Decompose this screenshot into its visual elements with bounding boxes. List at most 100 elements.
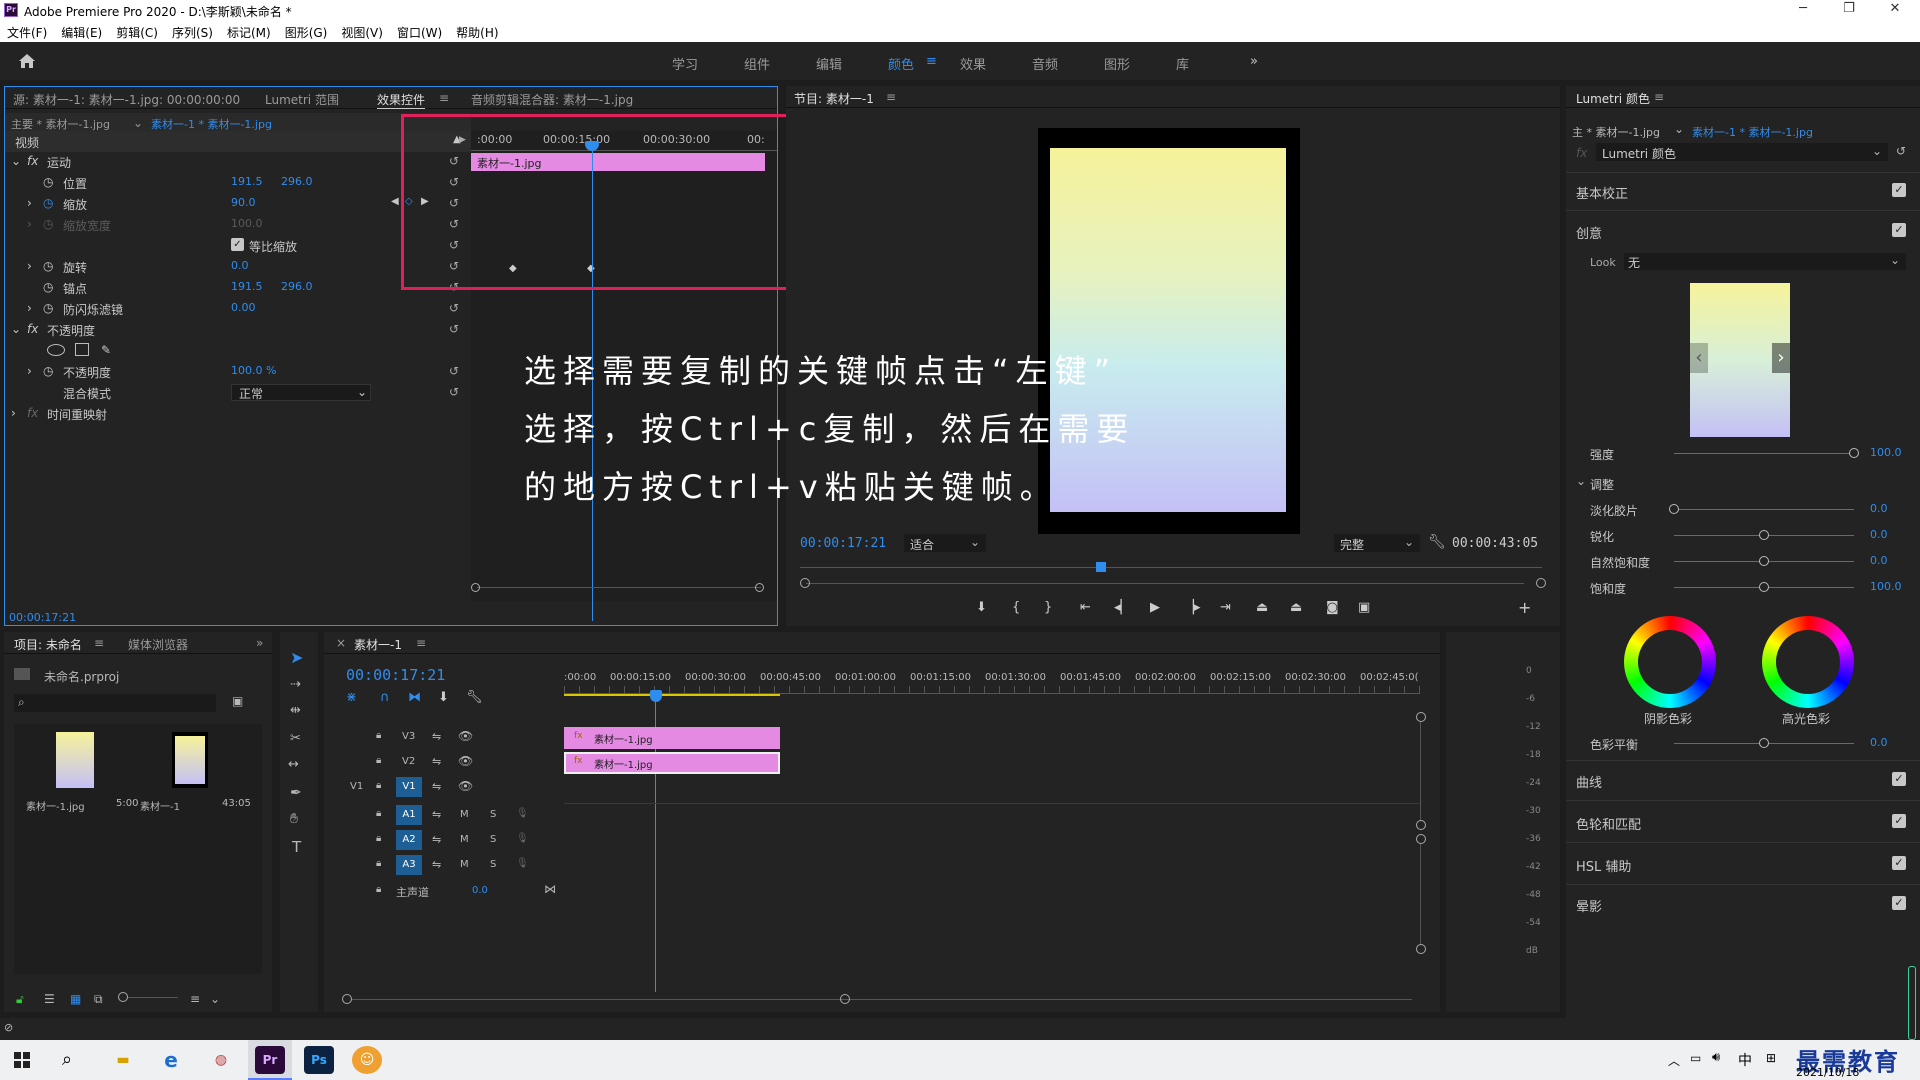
eye-icon[interactable]: 👁︎ — [458, 754, 473, 768]
icon-view-icon[interactable]: ▦ — [70, 992, 81, 1006]
compare-view-icon[interactable]: ▣ — [1358, 600, 1370, 615]
photoshop-taskbar-icon[interactable]: Ps — [304, 1046, 334, 1074]
expand-time-remap-icon[interactable]: › — [11, 406, 16, 420]
expand-chevron-icon[interactable]: ⌄ — [11, 322, 21, 336]
mute-button[interactable]: M — [460, 834, 469, 845]
intensity-knob[interactable] — [1849, 448, 1859, 458]
eye-icon[interactable]: 👁︎ — [458, 779, 473, 793]
reset-opacity-icon[interactable]: ↺ — [449, 364, 459, 378]
premiere-taskbar-item[interactable]: Pr — [248, 1040, 292, 1080]
tab-project[interactable]: 项目: 未命名 — [14, 636, 82, 653]
look-select[interactable]: 无 ⌄ — [1624, 253, 1906, 270]
vignette-checkbox[interactable]: ✓ — [1892, 896, 1906, 910]
app-icon[interactable]: ☺ — [352, 1046, 382, 1074]
h-zoom-bar[interactable] — [352, 999, 1412, 1000]
add-button-icon[interactable]: + — [1518, 598, 1531, 617]
project-menu-icon[interactable]: ≡ — [94, 636, 104, 650]
program-playhead[interactable] — [1096, 562, 1106, 572]
program-title[interactable]: 节目: 素材一-1 — [794, 90, 874, 107]
highlight-tint-wheel[interactable] — [1762, 616, 1854, 708]
go-to-in-icon[interactable]: ⇤ — [1080, 600, 1091, 615]
stopwatch-icon[interactable]: ◷ — [43, 301, 53, 315]
windows-start-icon[interactable] — [14, 1052, 30, 1068]
quality-dropdown[interactable]: 完整 ⌄ — [1334, 534, 1420, 552]
solo-button[interactable]: S — [490, 859, 496, 870]
nest-toggle-icon[interactable]: ⋇ — [346, 690, 357, 705]
workspace-assembly[interactable]: 组件 — [744, 54, 770, 73]
v-scrollbar-video[interactable] — [1420, 722, 1421, 820]
work-area-bar[interactable] — [564, 694, 780, 696]
vibrance-knob[interactable] — [1759, 556, 1769, 566]
workspace-color-menu-icon[interactable]: ≡ — [926, 54, 937, 69]
track-area[interactable]: fx 素材一-1.jpg fx 素材一-1.jpg — [564, 726, 1420, 986]
v-scroll-handle-bottom[interactable] — [1416, 944, 1426, 954]
reset-antiflicker-icon[interactable]: ↺ — [449, 301, 459, 315]
stopwatch-icon[interactable]: ◷ — [43, 259, 53, 273]
time-remap-row[interactable]: › fx 时间重映射 — [5, 403, 471, 424]
razor-tool-icon[interactable]: ✂ — [290, 732, 301, 745]
mute-button[interactable]: M — [460, 859, 469, 870]
lock-track-icon[interactable]: 🔒︎ — [376, 884, 381, 895]
lumetri-title[interactable]: Lumetri 颜色 — [1576, 90, 1650, 107]
wrench-icon[interactable]: 🔧︎ — [1428, 534, 1446, 550]
track-label[interactable]: V3 — [402, 731, 415, 742]
ripple-edit-tool-icon[interactable]: ⇹ — [290, 704, 301, 717]
faded-film-knob[interactable] — [1669, 504, 1679, 514]
lock-track-icon[interactable]: 🔒︎ — [376, 780, 381, 791]
curves-header[interactable]: 曲线 — [1576, 772, 1602, 791]
vignette-header[interactable]: 晕影 — [1576, 896, 1602, 915]
lock-track-icon[interactable]: 🔒︎ — [376, 730, 381, 741]
track-label[interactable]: A3 — [396, 855, 422, 875]
linked-selection-icon[interactable]: ⧓ — [408, 690, 421, 705]
scale-value[interactable]: 90.0 — [231, 196, 256, 209]
ellipse-mask-icon[interactable] — [47, 344, 65, 356]
expand-scale-icon[interactable]: › — [27, 196, 32, 210]
lock-track-icon[interactable]: 🔒︎ — [376, 755, 381, 766]
slip-tool-icon[interactable]: ↔ — [288, 758, 299, 771]
rectangle-mask-icon[interactable] — [75, 343, 89, 356]
new-bin-icon[interactable]: ▣ — [232, 694, 243, 708]
timeline-ruler[interactable]: :00:00 00:00:15:00 00:00:30:00 00:00:45:… — [564, 672, 1420, 702]
sharpen-knob[interactable] — [1759, 530, 1769, 540]
lumetri-effect-select[interactable]: Lumetri 颜色 ⌄ — [1596, 143, 1888, 161]
sort-icon[interactable]: ≡ — [190, 992, 200, 1006]
tab-media-browser[interactable]: 媒体浏览器 — [128, 636, 188, 653]
master-volume-value[interactable]: 0.0 — [472, 885, 488, 896]
solo-button[interactable]: S — [490, 834, 496, 845]
pen-tool-icon[interactable]: ✒ — [290, 786, 302, 800]
stopwatch-icon[interactable]: ◷ — [43, 280, 53, 294]
saturation-knob[interactable] — [1759, 582, 1769, 592]
workspace-graphics[interactable]: 图形 — [1104, 54, 1130, 73]
prev-keyframe-icon[interactable]: ◀ — [391, 196, 399, 207]
slider-track[interactable] — [1674, 509, 1854, 510]
close-icon[interactable]: × — [336, 636, 346, 650]
basic-correction-header[interactable]: 基本校正 — [1576, 183, 1628, 202]
slider-track[interactable] — [1674, 453, 1854, 454]
position-x-value[interactable]: 191.5 — [231, 175, 263, 188]
tab-effect-controls[interactable]: 效果控件 — [377, 91, 426, 109]
lock-track-icon[interactable]: 🔒︎ — [376, 858, 381, 869]
menu-marker[interactable]: 标记(M) — [220, 21, 278, 44]
microphone-icon[interactable]: 🎙︎ — [516, 808, 529, 819]
reset-blend-icon[interactable]: ↺ — [449, 385, 459, 399]
menu-sequence[interactable]: 序列(S) — [165, 21, 220, 44]
v-scroll-handle-audio-top[interactable] — [1416, 834, 1426, 844]
workspace-libraries[interactable]: 库 — [1176, 54, 1189, 73]
ec-zoom-bar[interactable] — [477, 587, 761, 588]
menu-help[interactable]: 帮助(H) — [449, 21, 505, 44]
workspace-effects[interactable]: 效果 — [960, 54, 986, 73]
hand-tool-icon[interactable]: ✋︎ — [290, 812, 298, 826]
sync-lock-icon[interactable]: ⇋ — [432, 730, 441, 743]
source-patch[interactable]: V1 — [350, 781, 363, 792]
eye-icon[interactable]: 👁︎ — [458, 729, 473, 743]
fit-dropdown[interactable]: 适合 ⌄ — [904, 534, 986, 552]
workspace-learn[interactable]: 学习 — [672, 54, 698, 73]
program-zoom-right[interactable] — [1536, 578, 1546, 588]
search-icon[interactable]: ⌕ — [62, 1049, 72, 1070]
hsl-header[interactable]: HSL 辅助 — [1576, 856, 1631, 875]
tint-balance-knob[interactable] — [1759, 738, 1769, 748]
more-panels-icon[interactable]: » — [256, 636, 263, 650]
add-marker-icon[interactable]: ⬇ — [976, 600, 987, 615]
go-to-out-icon[interactable]: ⇥ — [1220, 600, 1231, 615]
intensity-value[interactable]: 100.0 — [1870, 446, 1902, 459]
